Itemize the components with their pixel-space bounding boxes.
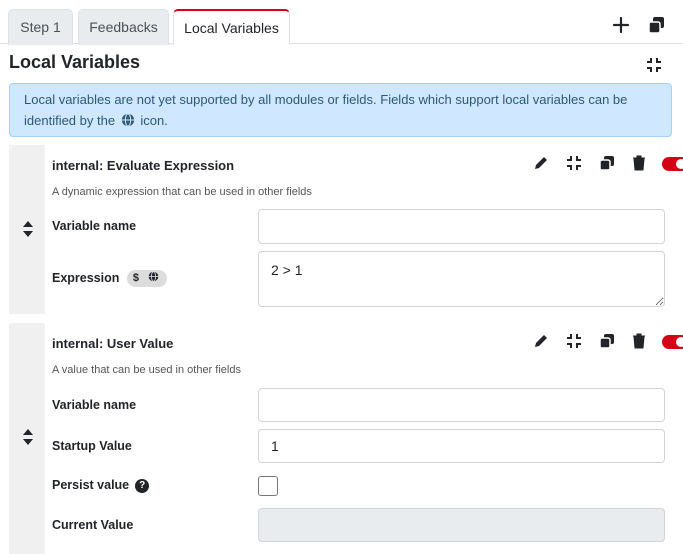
- expression-textarea[interactable]: 2 > 1: [258, 251, 665, 307]
- collapse-icon[interactable]: [565, 154, 583, 172]
- tab-feedbacks[interactable]: Feedbacks: [78, 9, 169, 45]
- variable-name-input[interactable]: [258, 209, 665, 244]
- duplicate-icon[interactable]: [598, 332, 616, 350]
- collapse-all-icon[interactable]: [645, 56, 663, 74]
- tab-local-variables[interactable]: Local Variables: [173, 9, 290, 45]
- info-text: Local variables are not yet supported by…: [24, 92, 628, 128]
- expression-badge: $: [126, 270, 168, 287]
- collapse-icon[interactable]: [565, 332, 583, 350]
- copy-icon[interactable]: [646, 15, 666, 35]
- drag-handle-icon[interactable]: [21, 220, 35, 238]
- local-variable-evaluate-expression: internal: Evaluate Expression A dynamic …: [9, 145, 683, 314]
- field-label: Variable name: [52, 398, 137, 412]
- help-icon[interactable]: ?: [135, 478, 150, 493]
- block-description: A value that can be used in other fields: [52, 364, 241, 376]
- field-label: Current Value: [52, 518, 134, 532]
- duplicate-icon[interactable]: [598, 154, 616, 172]
- block-title: internal: Evaluate Expression: [52, 158, 235, 173]
- edit-icon[interactable]: [532, 154, 550, 172]
- block-body: internal: User Value A value that can be…: [45, 323, 683, 554]
- globe-icon: [148, 271, 159, 282]
- dollar-badge: $: [132, 272, 139, 284]
- block-body: internal: Evaluate Expression A dynamic …: [45, 145, 683, 314]
- enable-toggle[interactable]: [662, 335, 683, 349]
- enable-toggle[interactable]: [662, 157, 683, 171]
- info-alert: Local variables are not yet supported by…: [9, 83, 672, 137]
- field-label-persist: Persist value?: [52, 478, 150, 493]
- drag-handle-icon[interactable]: [21, 428, 35, 446]
- field-label: Variable name: [52, 219, 137, 233]
- current-value-input: [258, 508, 665, 542]
- field-label-expression: Expression $: [52, 270, 168, 287]
- variable-name-input[interactable]: [258, 388, 665, 422]
- persist-label: Persist value: [52, 478, 130, 492]
- delete-icon[interactable]: [630, 332, 648, 350]
- expression-label: Expression: [52, 270, 120, 285]
- plus-icon[interactable]: [611, 15, 631, 35]
- block-actions: [512, 154, 683, 174]
- persist-value-checkbox[interactable]: [258, 476, 278, 496]
- tab-bar: Step 1 Feedbacks Local Variables: [0, 0, 683, 45]
- page-title: Local Variables: [9, 52, 141, 72]
- local-variable-user-value: internal: User Value A value that can be…: [9, 323, 683, 554]
- info-text-end: icon.: [140, 113, 168, 128]
- globe-icon: [121, 113, 134, 127]
- field-label: Startup Value: [52, 439, 132, 453]
- tab-step-1[interactable]: Step 1: [8, 9, 73, 45]
- block-title: internal: User Value: [52, 336, 174, 351]
- startup-value-input[interactable]: [258, 429, 665, 463]
- delete-icon[interactable]: [630, 154, 648, 172]
- block-actions: [512, 332, 683, 352]
- edit-icon[interactable]: [532, 332, 550, 350]
- block-description: A dynamic expression that can be used in…: [52, 186, 312, 198]
